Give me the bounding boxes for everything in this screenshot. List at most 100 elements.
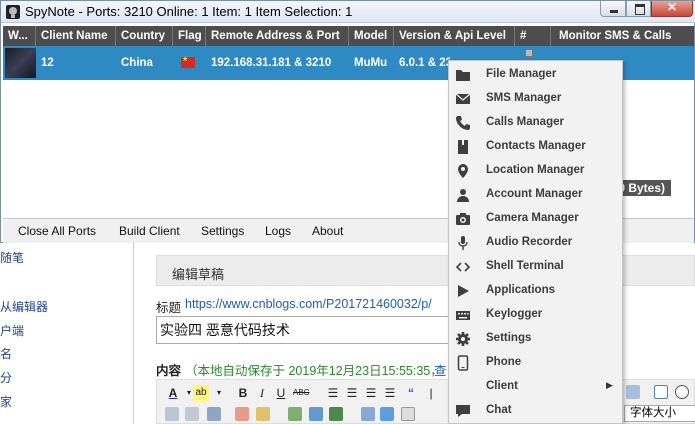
video-icon[interactable] — [329, 407, 343, 421]
submenu-arrow-icon: ▶ — [606, 380, 613, 390]
version-cell: 6.0.1 & 23 — [399, 57, 450, 69]
post-url-link[interactable]: https://www.cnblogs.com/P201721460032/p/ — [185, 297, 432, 311]
model-cell: MuMu — [354, 57, 388, 69]
close-button[interactable] — [651, 0, 693, 17]
anchor-icon[interactable] — [207, 407, 221, 421]
eraser-icon[interactable] — [235, 407, 249, 421]
bold-icon[interactable]: B — [235, 385, 251, 401]
menu-item-shell-terminal[interactable]: Shell Terminal — [450, 255, 622, 279]
window-title: SpyNote - Ports: 3210 Online: 1 Item: 1 … — [25, 4, 353, 19]
indent-icon[interactable]: ☰ — [382, 385, 398, 401]
sidebar-link[interactable]: 名 — [0, 345, 12, 362]
title-bar[interactable]: SpyNote - Ports: 3210 Online: 1 Item: 1 … — [1, 0, 695, 23]
maximize-button[interactable] — [626, 1, 651, 17]
contact-book-icon — [458, 140, 468, 154]
china-flag-icon — [181, 54, 195, 68]
logs-button[interactable]: Logs — [265, 224, 291, 238]
column-header-version[interactable]: Version & Api Level — [394, 26, 515, 46]
menu-item-keylogger[interactable]: Keylogger — [450, 303, 622, 327]
client-name-cell: 12 — [41, 57, 54, 69]
client-table-header: W... Client Name Country Flag Remote Add… — [3, 26, 694, 46]
phone-handset-icon — [456, 116, 470, 130]
spynote-app-icon — [6, 5, 20, 19]
dropdown-arrow-icon[interactable]: ▾ — [211, 385, 227, 401]
column-header-country[interactable]: Country — [116, 26, 173, 46]
menu-item-label: Camera Manager — [486, 212, 579, 224]
outdent-icon[interactable]: ☰ — [363, 385, 379, 401]
status-square-icon — [525, 49, 533, 57]
menu-item-chat[interactable]: Chat — [450, 399, 622, 423]
menu-item-account-manager[interactable]: Account Manager — [450, 183, 622, 207]
menu-item-label: Settings — [486, 332, 532, 344]
calendar-icon[interactable] — [654, 385, 668, 399]
link-icon[interactable] — [165, 407, 179, 421]
image-icon[interactable] — [288, 407, 302, 421]
client-context-menu: File Manager SMS Manager Calls Manager C… — [448, 60, 623, 424]
column-header-monitor[interactable]: Monitor SMS & Calls — [551, 26, 694, 46]
about-button[interactable]: About — [312, 224, 343, 238]
underline-icon[interactable]: U — [273, 385, 289, 401]
sidebar-link[interactable]: 户端 — [0, 322, 24, 339]
unlink-icon[interactable] — [185, 407, 199, 421]
menu-item-label: Calls Manager — [486, 116, 564, 128]
column-header-remote-address[interactable]: Remote Address & Port — [206, 26, 349, 46]
format-painter-icon[interactable] — [256, 407, 270, 421]
menu-item-location-manager[interactable]: Location Manager — [450, 159, 622, 183]
autosave-view-link[interactable]: 查 — [434, 360, 447, 379]
menu-item-sms-manager[interactable]: SMS Manager — [450, 87, 622, 111]
highlight-icon[interactable]: ab — [193, 385, 209, 401]
menu-item-label: SMS Manager — [486, 92, 562, 104]
remote-address-cell: 192.168.31.181 & 3210 — [211, 57, 332, 69]
camera-icon — [456, 213, 470, 225]
sidebar-link[interactable]: 随笔 — [0, 249, 24, 266]
close-all-ports-button[interactable]: Close All Ports — [18, 224, 96, 238]
italic-icon[interactable]: I — [254, 385, 270, 401]
menu-item-label: Audio Recorder — [486, 236, 573, 248]
content-label: 内容 — [156, 364, 182, 378]
column-header-model[interactable]: Model — [349, 26, 394, 46]
html-icon[interactable] — [401, 407, 415, 421]
settings-button[interactable]: Settings — [201, 224, 244, 238]
template-icon[interactable] — [626, 385, 640, 399]
menu-item-file-manager[interactable]: File Manager — [450, 63, 622, 87]
sidebar-link[interactable]: 分 — [0, 369, 12, 386]
unordered-list-icon[interactable]: ☰ — [344, 385, 360, 401]
menu-item-label: Account Manager — [486, 188, 583, 200]
play-icon — [458, 285, 469, 297]
menu-item-label: Shell Terminal — [486, 260, 564, 272]
build-client-button[interactable]: Build Client — [119, 224, 180, 238]
menu-item-camera-manager[interactable]: Camera Manager — [450, 207, 622, 231]
ordered-list-icon[interactable]: ☰ — [325, 385, 341, 401]
font-size-select[interactable]: 字体大小 — [624, 405, 695, 422]
font-color-icon[interactable]: A — [165, 385, 181, 401]
blockquote-icon[interactable]: “ — [403, 385, 419, 401]
smartphone-icon — [457, 355, 469, 371]
menu-item-settings[interactable]: Settings — [450, 327, 622, 351]
clock-icon[interactable] — [675, 385, 689, 399]
emoticon-icon[interactable] — [361, 407, 375, 421]
menu-item-applications[interactable]: Applications — [450, 279, 622, 303]
column-header-wallpaper[interactable]: W... — [3, 26, 36, 46]
minimize-button[interactable] — [600, 1, 626, 17]
envelope-icon — [455, 93, 471, 104]
column-header-client-name[interactable]: Client Name — [36, 26, 116, 46]
menu-item-label: Phone — [486, 356, 522, 368]
sidebar-divider — [133, 243, 134, 424]
menu-item-contacts-manager[interactable]: Contacts Manager — [450, 135, 622, 159]
menu-item-audio-recorder[interactable]: Audio Recorder — [450, 231, 622, 255]
sidebar-link[interactable]: 从编辑器 — [0, 298, 48, 315]
title-input[interactable]: 实验四 恶意代码技术 — [156, 316, 466, 344]
menu-item-calls-manager[interactable]: Calls Manager — [450, 111, 622, 135]
sidebar-link[interactable]: 家 — [0, 393, 12, 410]
strikethrough-icon[interactable]: ABC — [293, 385, 309, 401]
menu-item-label: File Manager — [486, 68, 557, 80]
menu-item-phone[interactable]: Phone — [450, 351, 622, 375]
menu-item-label: Client — [486, 380, 518, 392]
menu-item-client[interactable]: Client ▶ — [450, 375, 622, 399]
menu-item-label: Chat — [486, 404, 512, 416]
column-header-hash[interactable]: # — [515, 26, 551, 46]
country-cell: China — [121, 57, 153, 69]
column-header-flag[interactable]: Flag — [173, 26, 206, 46]
insert-image-icon[interactable] — [309, 407, 323, 421]
code-icon[interactable] — [380, 407, 394, 421]
